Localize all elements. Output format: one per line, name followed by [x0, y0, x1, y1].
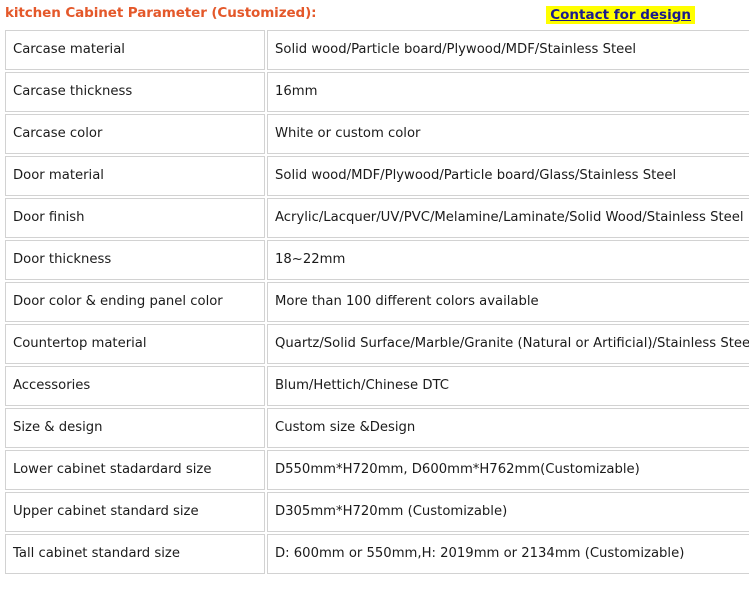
parameter-name-cell: Carcase color [5, 114, 265, 154]
parameter-value-cell: More than 100 different colors available [267, 282, 749, 322]
parameter-value-cell: 18~22mm [267, 240, 749, 280]
parameter-name-cell: Carcase material [5, 30, 265, 70]
parameter-value-cell: Custom size &Design [267, 408, 749, 448]
table-row: Carcase color White or custom color [5, 114, 749, 154]
parameter-name-cell: Door finish [5, 198, 265, 238]
table-row: Lower cabinet stadardard size D550mm*H72… [5, 450, 749, 490]
table-row: Door color & ending panel color More tha… [5, 282, 749, 322]
table-row: Accessories Blum/Hettich/Chinese DTC [5, 366, 749, 406]
parameter-name-cell: Door material [5, 156, 265, 196]
table-row: Upper cabinet standard size D305mm*H720m… [5, 492, 749, 532]
parameter-value-cell: Solid wood/MDF/Plywood/Particle board/Gl… [267, 156, 749, 196]
page-header: kitchen Cabinet Parameter (Customized): … [0, 0, 749, 28]
parameter-name-cell: Size & design [5, 408, 265, 448]
parameter-name-cell: Tall cabinet standard size [5, 534, 265, 574]
parameter-name-cell: Accessories [5, 366, 265, 406]
table-row: Door thickness 18~22mm [5, 240, 749, 280]
table-row: Door material Solid wood/MDF/Plywood/Par… [5, 156, 749, 196]
contact-link-container: Contact for design [546, 4, 695, 25]
parameter-name-cell: Countertop material [5, 324, 265, 364]
parameter-name-cell: Door color & ending panel color [5, 282, 265, 322]
table-row: Tall cabinet standard size D: 600mm or 5… [5, 534, 749, 574]
parameter-value-cell: Solid wood/Particle board/Plywood/MDF/St… [267, 30, 749, 70]
parameter-table: Carcase material Solid wood/Particle boa… [3, 28, 749, 576]
parameter-value-cell: Acrylic/Lacquer/UV/PVC/Melamine/Laminate… [267, 198, 749, 238]
parameter-name-cell: Carcase thickness [5, 72, 265, 112]
parameter-name-cell: Lower cabinet stadardard size [5, 450, 265, 490]
parameter-value-cell: White or custom color [267, 114, 749, 154]
contact-for-design-link[interactable]: Contact for design [546, 5, 695, 25]
parameter-value-cell: D550mm*H720mm, D600mm*H762mm(Customizabl… [267, 450, 749, 490]
parameter-table-container: Carcase material Solid wood/Particle boa… [0, 28, 749, 576]
parameter-value-cell: 16mm [267, 72, 749, 112]
parameter-value-cell: D305mm*H720mm (Customizable) [267, 492, 749, 532]
parameter-table-body: Carcase material Solid wood/Particle boa… [5, 30, 749, 574]
table-row: Size & design Custom size &Design [5, 408, 749, 448]
parameter-value-cell: D: 600mm or 550mm,H: 2019mm or 2134mm (C… [267, 534, 749, 574]
table-row: Door finish Acrylic/Lacquer/UV/PVC/Melam… [5, 198, 749, 238]
table-row: Carcase material Solid wood/Particle boa… [5, 30, 749, 70]
parameter-value-cell: Blum/Hettich/Chinese DTC [267, 366, 749, 406]
table-row: Countertop material Quartz/Solid Surface… [5, 324, 749, 364]
table-row: Carcase thickness 16mm [5, 72, 749, 112]
page-title: kitchen Cabinet Parameter (Customized): [5, 5, 317, 22]
parameter-name-cell: Door thickness [5, 240, 265, 280]
parameter-name-cell: Upper cabinet standard size [5, 492, 265, 532]
parameter-value-cell: Quartz/Solid Surface/Marble/Granite (Nat… [267, 324, 749, 364]
